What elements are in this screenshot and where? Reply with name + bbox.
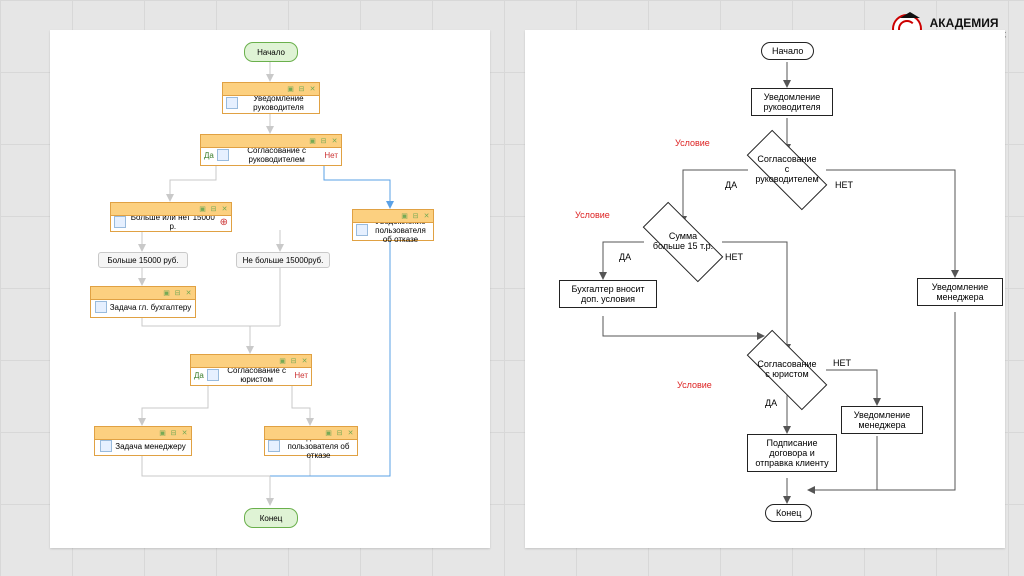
- cond-label: Условие: [677, 380, 712, 390]
- r-notify-mgr2: Уведомление менеджера: [841, 406, 923, 434]
- node-notify-user-reject[interactable]: ▣⊟✕ Уведомление пользователя об отказе: [352, 209, 434, 241]
- node-label: Задача менеджеру: [115, 442, 186, 451]
- doc-icon: [217, 149, 229, 161]
- r-acc-add: Бухгалтер вносит доп. условия: [559, 280, 657, 308]
- r-sign: Подписание договора и отправка клиенту: [747, 434, 837, 472]
- branch-more[interactable]: Больше 15000 руб.: [98, 252, 188, 268]
- r-start: Начало: [761, 42, 814, 60]
- task-icon: [100, 440, 112, 452]
- branch-yes: Да: [204, 151, 214, 160]
- node-task-accountant[interactable]: ▣⊟✕ Задача гл. бухгалтеру: [90, 286, 196, 318]
- yes-label: ДА: [619, 252, 631, 262]
- node-notify-user-reject-2[interactable]: ▣⊟✕ Уведомление пользователя об отказе: [264, 426, 358, 456]
- node-cond-15000[interactable]: ▣⊟✕ Больше или нет 15000 р.⊕: [110, 202, 232, 232]
- plus-icon[interactable]: ⊕: [220, 217, 228, 228]
- mail-icon: [356, 224, 368, 236]
- branch-notmore[interactable]: Не больше 15000руб.: [236, 252, 330, 268]
- no-label: НЕТ: [835, 180, 853, 190]
- r-approve-law: Согласование с юристом: [748, 352, 826, 388]
- r-sum15: Сумма больше 15 т.р.: [644, 224, 722, 260]
- mail-icon: [268, 440, 280, 452]
- node-end[interactable]: Конец: [244, 508, 298, 528]
- cond-label: Условие: [675, 138, 710, 148]
- node-approve-head[interactable]: ▣⊟✕ ДаСогласование с руководителемНет: [200, 134, 342, 166]
- no-label: НЕТ: [833, 358, 851, 368]
- r-notify-head: Уведомление руководителя: [751, 88, 833, 116]
- r-approve-head: Согласование с руководителем: [748, 152, 826, 188]
- branch-no: Нет: [324, 151, 338, 160]
- node-approve-lawyer[interactable]: ▣⊟✕ ДаСогласование с юристомНет: [190, 354, 312, 386]
- node-label: Согласование с руководителем: [232, 146, 322, 164]
- branch-no: Нет: [294, 371, 308, 380]
- workflow-editor-panel: Начало ▣⊟✕ Уведомление руководителя ▣⊟✕ …: [50, 30, 490, 548]
- node-notify-head[interactable]: ▣⊟✕ Уведомление руководителя: [222, 82, 320, 114]
- flowchart-panel: Начало Уведомление руководителя Согласов…: [525, 30, 1005, 548]
- node-label: Уведомление руководителя: [241, 94, 316, 112]
- r-end: Конец: [765, 504, 812, 522]
- cond-icon: [114, 216, 126, 228]
- doc-icon: [207, 369, 219, 381]
- task-icon: [95, 301, 107, 313]
- node-label: Задача гл. бухгалтеру: [110, 303, 192, 312]
- no-label: НЕТ: [725, 252, 743, 262]
- cond-label: Условие: [575, 210, 610, 220]
- node-label: Согласование с юристом: [222, 366, 292, 384]
- yes-label: ДА: [765, 398, 777, 408]
- yes-label: ДА: [725, 180, 737, 190]
- gear-icon: [226, 97, 238, 109]
- r-notify-mgr: Уведомление менеджера: [917, 278, 1003, 306]
- branch-yes: Да: [194, 371, 204, 380]
- node-task-manager[interactable]: ▣⊟✕ Задача менеджеру: [94, 426, 192, 456]
- node-start[interactable]: Начало: [244, 42, 298, 62]
